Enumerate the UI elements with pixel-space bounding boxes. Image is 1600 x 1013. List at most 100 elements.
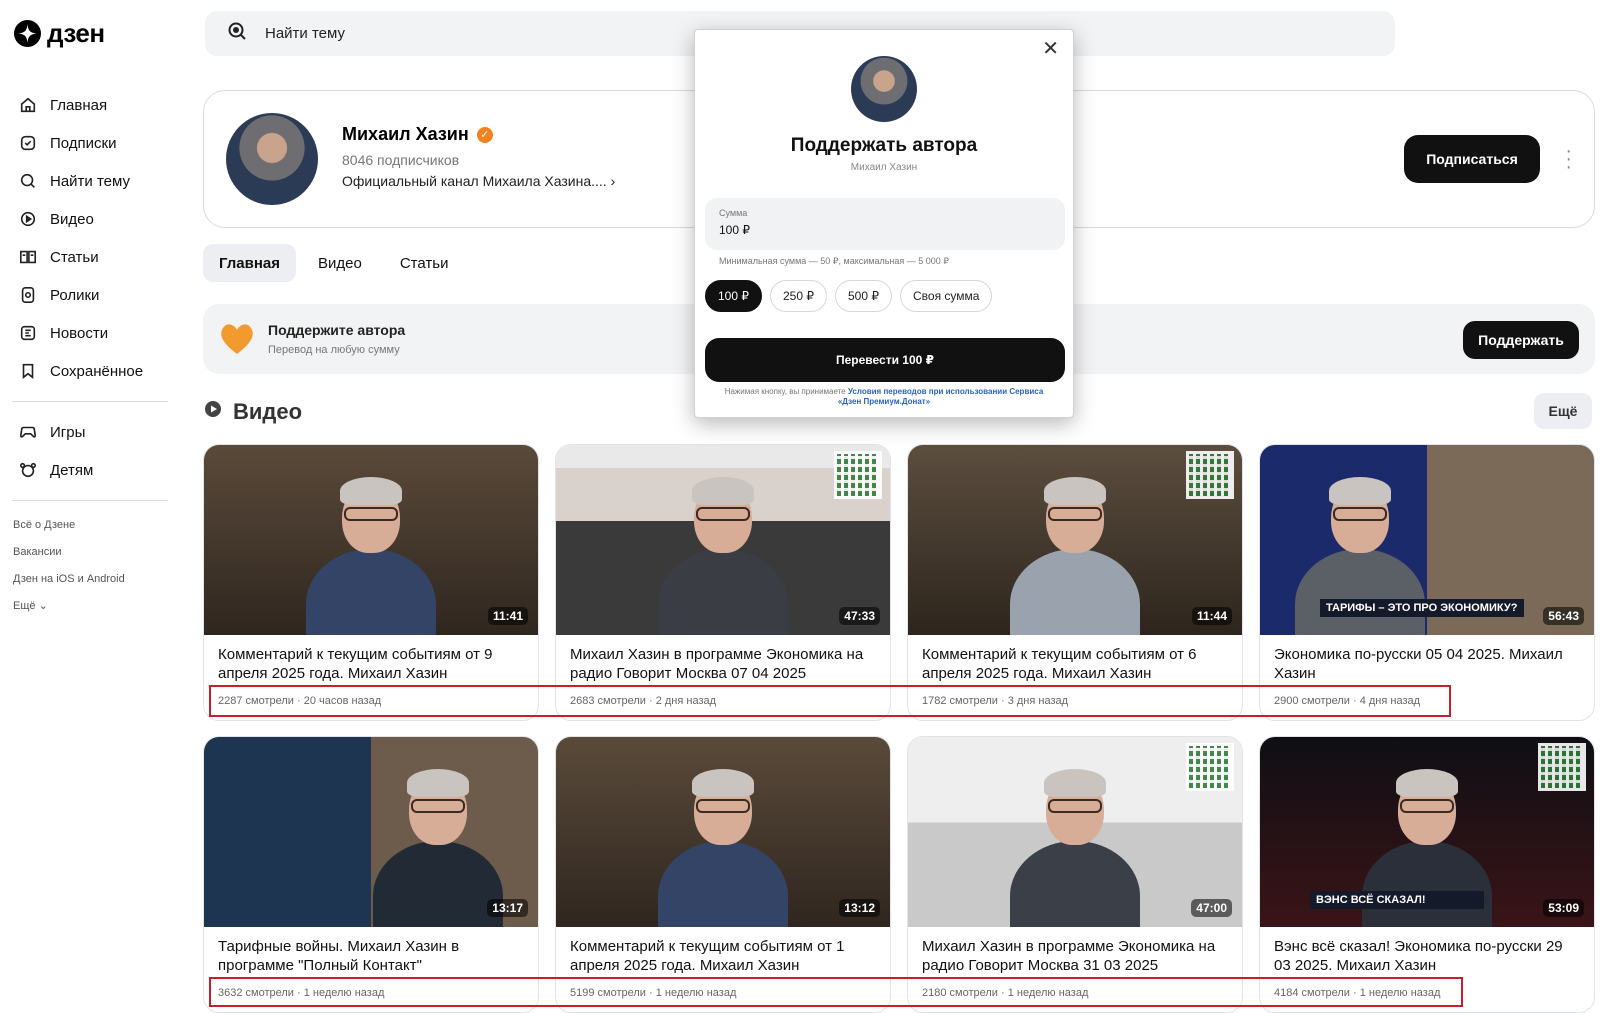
figure-hair <box>1396 769 1458 797</box>
videos-section-label: Видео <box>233 399 303 424</box>
video-card[interactable]: 47:00 Михаил Хазин в программе Экономика… <box>907 736 1243 1013</box>
video-card[interactable]: ВЭНС ВСЁ СКАЗАЛ! 53:09 Вэнс всё сказал! … <box>1259 736 1595 1013</box>
video-thumbnail[interactable]: 47:00 <box>908 737 1242 927</box>
search-icon <box>18 171 38 191</box>
sidebar-item-label: Статьи <box>50 248 99 266</box>
video-title[interactable]: Экономика по-русски 05 04 2025. Михаил Х… <box>1274 645 1580 683</box>
sidebar-item-label: Видео <box>50 210 94 228</box>
video-title[interactable]: Михаил Хазин в программе Экономика на ра… <box>922 937 1228 975</box>
donate-modal: ✕ Поддержать автора Михаил Хазин Сумма 1… <box>694 29 1074 418</box>
sidebar-item-articles[interactable]: Статьи <box>0 238 180 276</box>
sidebar-item-label: Найти тему <box>50 172 130 190</box>
video-thumbnail[interactable]: 13:12 <box>556 737 890 927</box>
presenter-figure <box>1010 769 1140 927</box>
footer-link-apps[interactable]: Дзен на iOS и Android <box>0 566 180 593</box>
sidebar-item-video[interactable]: Видео <box>0 200 180 238</box>
sidebar-item-subscriptions[interactable]: Подписки <box>0 124 180 162</box>
home-icon <box>18 95 38 115</box>
transfer-button[interactable]: Перевести 100 ₽ <box>705 338 1065 382</box>
sidebar-item-kids[interactable]: Детям <box>0 451 180 489</box>
subscriptions-icon <box>18 133 38 153</box>
footer-more-label: Ещё <box>13 600 36 612</box>
videos-section-title[interactable]: Видео <box>203 399 302 425</box>
channel-name-text: Михаил Хазин <box>342 124 469 144</box>
channel-tabs: Главная Видео Статьи <box>203 244 464 282</box>
heart-icon <box>217 318 257 363</box>
logo-text: дзен <box>47 18 105 48</box>
bookmark-icon <box>18 361 38 381</box>
video-title[interactable]: Тарифные войны. Михаил Хазин в программе… <box>218 937 524 975</box>
tab-articles[interactable]: Статьи <box>384 244 465 282</box>
sidebar-item-shorts[interactable]: Ролики <box>0 276 180 314</box>
subscribe-button[interactable]: Подписаться <box>1404 135 1540 183</box>
sidebar-item-find-topic[interactable]: Найти тему <box>0 162 180 200</box>
sidebar: Главная Подписки Найти тему Видео Статьи… <box>0 86 180 620</box>
sidebar-item-games[interactable]: Игры <box>0 413 180 451</box>
channel-avatar[interactable] <box>226 113 318 205</box>
presenter-figure <box>372 769 503 927</box>
figure-hair <box>340 477 402 505</box>
video-card[interactable]: 11:41 Комментарий к текущим событиям от … <box>203 444 539 721</box>
sidebar-item-label: Ролики <box>50 286 100 304</box>
video-card[interactable]: 13:12 Комментарий к текущим событиям от … <box>555 736 891 1013</box>
video-thumbnail[interactable]: ВЭНС ВСЁ СКАЗАЛ! 53:09 <box>1260 737 1594 927</box>
search-input[interactable]: Найти тему <box>265 25 345 42</box>
figure-body <box>372 841 503 927</box>
video-thumbnail[interactable]: ТАРИФЫ – ЭТО ПРО ЭКОНОМИКУ? 56:43 <box>1260 445 1594 635</box>
amount-chip-250[interactable]: 250 ₽ <box>770 280 827 312</box>
modal-title: Поддержать автора <box>790 135 978 156</box>
video-title[interactable]: Комментарий к текущим событиям от 9 апре… <box>218 645 524 683</box>
figure-body <box>658 841 788 927</box>
video-thumbnail[interactable]: 13:17 <box>204 737 538 927</box>
footer-link-more[interactable]: Ещё ⌄ <box>0 593 180 620</box>
tab-video[interactable]: Видео <box>302 244 378 282</box>
articles-icon <box>18 247 38 267</box>
video-title[interactable]: Михаил Хазин в программе Экономика на ра… <box>570 645 876 683</box>
video-title[interactable]: Комментарий к текущим событиям от 6 апре… <box>922 645 1228 683</box>
gamepad-icon <box>18 422 38 442</box>
video-card[interactable]: ТАРИФЫ – ЭТО ПРО ЭКОНОМИКУ? 56:43 Эконом… <box>1259 444 1595 721</box>
video-card[interactable]: 11:44 Комментарий к текущим событиям от … <box>907 444 1243 721</box>
qr-code-icon <box>1186 451 1234 499</box>
video-title[interactable]: Комментарий к текущим событиям от 1 апре… <box>570 937 876 975</box>
channel-description[interactable]: Официальный канал Михаила Хазина.... › <box>342 173 615 189</box>
author-avatar <box>851 56 917 122</box>
support-button[interactable]: Поддержать <box>1463 321 1579 359</box>
amount-chip-500[interactable]: 500 ₽ <box>835 280 892 312</box>
dzen-logo[interactable]: дзен <box>14 18 105 49</box>
more-videos-button[interactable]: Ещё <box>1534 393 1592 429</box>
chevron-down-icon: ⌄ <box>38 600 48 612</box>
figure-glasses <box>1400 799 1454 813</box>
video-thumbnail[interactable]: 47:33 <box>556 445 890 635</box>
tab-main[interactable]: Главная <box>203 244 297 282</box>
sidebar-item-label: Сохранённое <box>50 362 144 380</box>
video-duration: 11:41 <box>487 607 528 625</box>
amount-chip-custom[interactable]: Своя сумма <box>900 280 993 312</box>
amount-field[interactable]: Сумма 100 ₽ <box>705 198 1065 250</box>
footer-link-about[interactable]: Всё о Дзене <box>0 512 180 539</box>
more-options-icon[interactable]: · · · <box>1565 141 1572 177</box>
sidebar-item-home[interactable]: Главная <box>0 86 180 124</box>
video-card[interactable]: 47:33 Михаил Хазин в программе Экономика… <box>555 444 891 721</box>
amount-input[interactable]: 100 ₽ <box>719 223 750 237</box>
video-thumbnail[interactable]: 11:44 <box>908 445 1242 635</box>
video-thumbnail[interactable]: 11:41 <box>204 445 538 635</box>
channel-name: Михаил Хазин ✓ <box>342 124 493 145</box>
video-banner: ТАРИФЫ – ЭТО ПРО ЭКОНОМИКУ? <box>1320 599 1524 617</box>
sidebar-item-saved[interactable]: Сохранённое <box>0 352 180 390</box>
figure-body <box>1295 549 1426 635</box>
sidebar-item-label: Детям <box>50 461 94 479</box>
amount-chip-100[interactable]: 100 ₽ <box>705 280 762 312</box>
video-card[interactable]: 13:17 Тарифные войны. Михаил Хазин в про… <box>203 736 539 1013</box>
video-title[interactable]: Вэнс всё сказал! Экономика по-русски 29 … <box>1274 937 1580 975</box>
footer-link-jobs[interactable]: Вакансии <box>0 539 180 566</box>
figure-body <box>1362 841 1492 927</box>
verified-icon: ✓ <box>476 126 493 143</box>
chevron-right-icon: › <box>610 173 616 189</box>
qr-code-icon <box>1538 743 1586 791</box>
close-icon[interactable]: ✕ <box>1042 36 1059 61</box>
amount-chips: 100 ₽ 250 ₽ 500 ₽ Своя сумма <box>705 280 993 312</box>
sidebar-item-news[interactable]: Новости <box>0 314 180 352</box>
legal-terms-link[interactable]: Условия переводов при использовании Серв… <box>838 387 1043 406</box>
figure-hair <box>1329 477 1392 505</box>
